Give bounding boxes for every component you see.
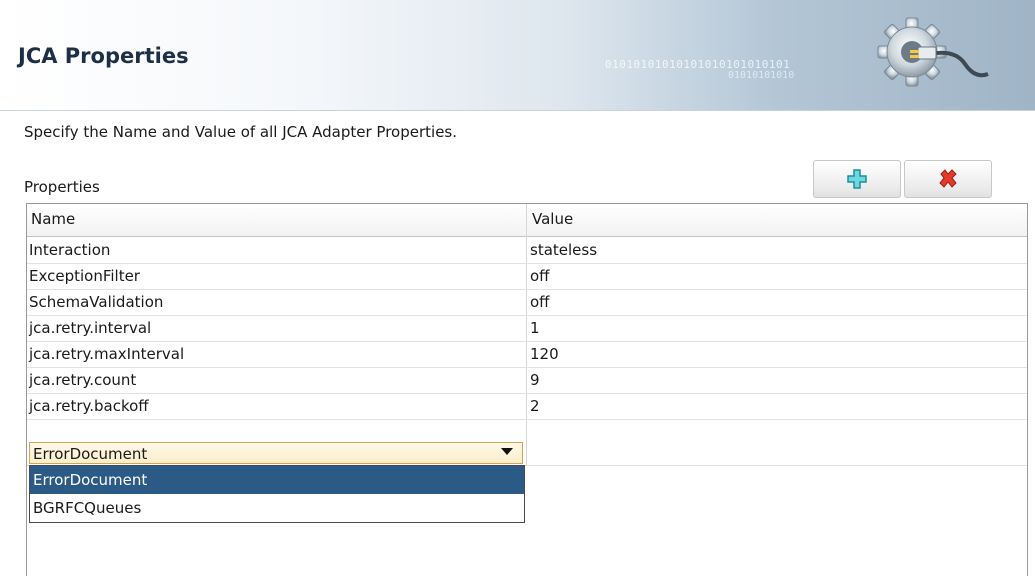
property-name[interactable]: jca.retry.backoff xyxy=(29,397,149,415)
combobox-dropdown-list: ErrorDocument BGRFCQueues xyxy=(29,465,525,523)
banner-binary-text-2: 01010101010 xyxy=(728,70,795,81)
column-header-value[interactable]: Value xyxy=(532,210,573,228)
property-value[interactable]: off xyxy=(530,267,550,285)
table-row[interactable]: Interaction stateless xyxy=(27,237,1027,264)
property-name[interactable]: jca.retry.maxInterval xyxy=(29,345,184,363)
table-row[interactable]: jca.retry.count 9 xyxy=(27,367,1027,394)
dropdown-option[interactable]: ErrorDocument xyxy=(30,466,524,494)
plus-icon xyxy=(847,169,867,189)
property-value[interactable]: stateless xyxy=(530,241,597,259)
dropdown-option-label: BGRFCQueues xyxy=(33,499,142,517)
table-header: Name Value xyxy=(27,204,1027,237)
property-value[interactable]: 120 xyxy=(530,345,559,363)
property-name[interactable]: jca.retry.interval xyxy=(29,319,151,337)
property-name-combobox[interactable]: ErrorDocument xyxy=(29,442,523,464)
property-value[interactable]: 2 xyxy=(530,397,540,415)
page-title: JCA Properties xyxy=(18,44,189,68)
table-row[interactable]: jca.retry.backoff 2 xyxy=(27,393,1027,420)
property-name[interactable]: Interaction xyxy=(29,241,110,259)
property-value[interactable]: 1 xyxy=(530,319,540,337)
property-name[interactable]: ExceptionFilter xyxy=(29,267,140,285)
header-banner: JCA Properties 0101010101010101010101010… xyxy=(0,0,1035,111)
add-property-button[interactable] xyxy=(813,160,901,198)
properties-label: Properties xyxy=(24,178,100,196)
dropdown-option-label: ErrorDocument xyxy=(33,471,148,489)
property-name[interactable]: SchemaValidation xyxy=(29,293,163,311)
table-row[interactable]: SchemaValidation off xyxy=(27,289,1027,316)
property-value[interactable]: off xyxy=(530,293,550,311)
gear-plug-icon xyxy=(877,17,989,87)
combobox-selected-value: ErrorDocument xyxy=(33,445,148,463)
table-row[interactable]: ExceptionFilter off xyxy=(27,263,1027,290)
property-value[interactable]: 9 xyxy=(530,371,540,389)
column-header-name[interactable]: Name xyxy=(31,210,75,228)
description-text: Specify the Name and Value of all JCA Ad… xyxy=(24,123,458,141)
dropdown-option[interactable]: BGRFCQueues xyxy=(30,494,524,522)
table-row[interactable]: jca.retry.interval 1 xyxy=(27,315,1027,342)
properties-table: Name Value Interaction stateless Excepti… xyxy=(26,203,1028,576)
property-name[interactable]: jca.retry.count xyxy=(29,371,136,389)
delete-property-button[interactable] xyxy=(904,160,992,198)
dropdown-arrow-icon[interactable] xyxy=(501,447,513,457)
delete-x-icon xyxy=(939,169,957,188)
table-row[interactable]: jca.retry.maxInterval 120 xyxy=(27,341,1027,368)
